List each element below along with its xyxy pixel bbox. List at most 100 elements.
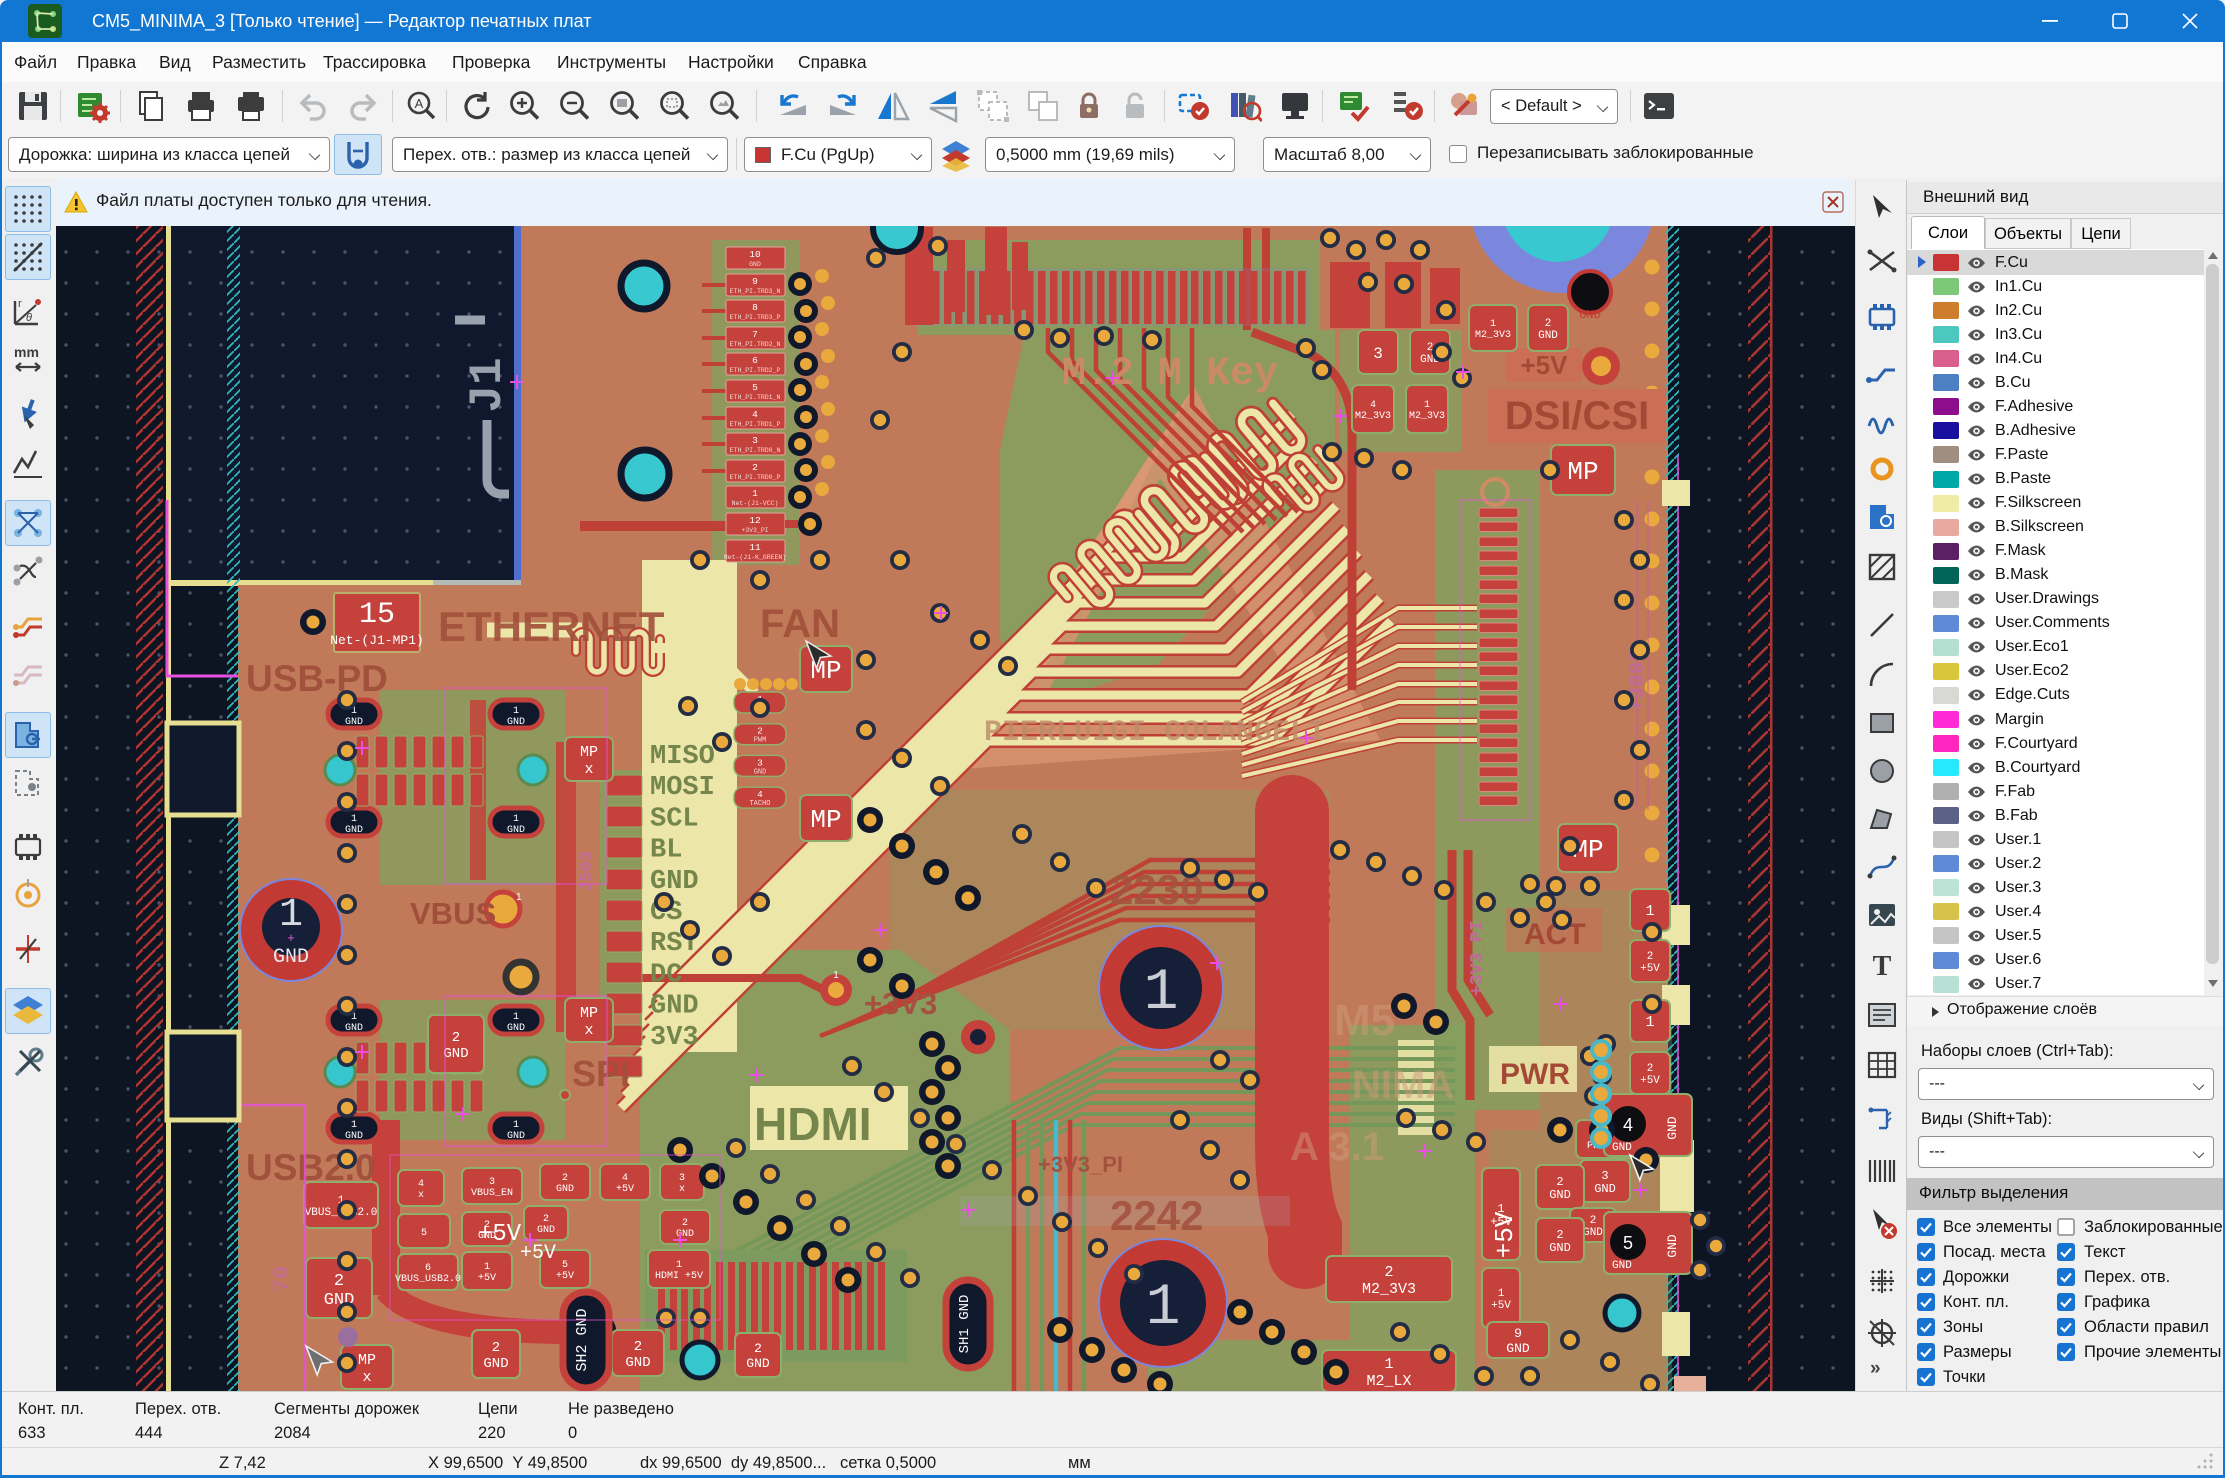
svg-text:x: x [679, 1184, 685, 1195]
svg-text:GND: GND [345, 717, 363, 728]
svg-text:GND: GND [273, 946, 309, 969]
svg-text:+5V: +5V [1640, 963, 1660, 975]
svg-text:GND: GND [749, 261, 761, 268]
svg-text:1: 1 [1424, 400, 1430, 411]
svg-text:DSI/CSI: DSI/CSI [1505, 394, 1649, 438]
svg-text:5: 5 [562, 1260, 568, 1271]
svg-text:Net-(J1-MP1): Net-(J1-MP1) [330, 633, 424, 648]
svg-text:7: 7 [752, 329, 758, 340]
svg-text:x: x [584, 1022, 593, 1039]
svg-text:VBUS_USB2.0: VBUS_USB2.0 [395, 1274, 461, 1285]
svg-text:+: + [287, 930, 295, 945]
svg-text:1: 1 [1146, 1276, 1181, 1341]
svg-text:5: 5 [752, 382, 758, 393]
svg-text:+5V: +5V [478, 1221, 522, 1248]
svg-text:3: 3 [757, 758, 762, 768]
svg-text:ETH_PI.TRD1_P: ETH_PI.TRD1_P [730, 421, 781, 428]
svg-text:1: 1 [351, 814, 357, 825]
svg-text:2: 2 [334, 1272, 344, 1291]
svg-text:GND: GND [1665, 1234, 1680, 1258]
svg-text:MP: MP [810, 805, 841, 835]
svg-text:θ: θ [26, 312, 32, 324]
svg-text:2: 2 [1556, 1175, 1563, 1189]
svg-text:GND: GND [1579, 308, 1601, 322]
svg-text:1: 1 [676, 1260, 682, 1271]
svg-text:M2_LX: M2_LX [1366, 1373, 1411, 1390]
svg-text:GND: GND [625, 1355, 650, 1371]
svg-text:PWM: PWM [754, 737, 767, 745]
svg-text:8: 8 [752, 302, 758, 313]
svg-text:MP: MP [1567, 457, 1598, 487]
svg-text:3: 3 [489, 1177, 495, 1188]
svg-text:mm: mm [14, 344, 39, 360]
svg-text:3: 3 [1601, 1169, 1608, 1183]
svg-text:1: 1 [513, 1012, 519, 1023]
svg-text:2242: 2242 [1110, 1192, 1203, 1239]
svg-text:4: 4 [1623, 1115, 1633, 1135]
svg-text:USB2.0: USB2.0 [246, 1147, 376, 1188]
svg-text:10: 10 [749, 249, 761, 260]
svg-text:4: 4 [757, 790, 762, 800]
svg-text:2: 2 [1384, 1264, 1393, 1281]
svg-text:MOSI: MOSI [650, 773, 715, 803]
svg-text:GND: GND [507, 825, 525, 836]
svg-text:+5V: +5V [1640, 1075, 1660, 1087]
svg-text:GND: GND [1612, 1142, 1632, 1154]
svg-text:A: A [415, 96, 424, 111]
svg-text:2: 2 [1590, 1215, 1597, 1227]
svg-text:GND: GND [345, 1023, 363, 1034]
svg-text:2: 2 [1556, 1228, 1563, 1242]
svg-text:5: 5 [421, 1228, 427, 1239]
svg-text:3: 3 [1373, 345, 1383, 363]
svg-text:J503: J503 [578, 851, 597, 892]
svg-text:ETHERNET: ETHERNET [438, 603, 665, 650]
svg-text:GND: GND [746, 1356, 770, 1371]
svg-text:NIMA: NIMA [1352, 1063, 1454, 1107]
svg-text:1: 1 [833, 970, 839, 981]
svg-text:M2_3V3: M2_3V3 [1475, 330, 1511, 341]
svg-text:ETH_PI.TRD1_N: ETH_PI.TRD1_N [730, 394, 781, 401]
svg-text:ETH_PI.TRD3_N: ETH_PI.TRD3_N [730, 288, 781, 295]
svg-text:GND: GND [507, 1131, 525, 1142]
svg-text:2: 2 [452, 1030, 460, 1046]
svg-text:GND: GND [1665, 1116, 1680, 1140]
svg-text:GND: GND [1549, 1241, 1571, 1255]
svg-text:x: x [418, 1190, 424, 1201]
svg-text:MP: MP [580, 1005, 598, 1022]
svg-text:PIERLUIGI COLANGELI: PIERLUIGI COLANGELI [984, 716, 1326, 750]
svg-text:DC: DC [650, 960, 682, 990]
svg-text:9: 9 [752, 276, 758, 287]
svg-text:3: 3 [679, 1173, 685, 1184]
svg-text:1: 1 [1490, 319, 1496, 330]
svg-text:1: 1 [351, 1120, 357, 1131]
svg-text:3V3: 3V3 [650, 1023, 699, 1053]
svg-text:1: 1 [1498, 1288, 1505, 1300]
svg-text:GND: GND [1549, 1188, 1571, 1202]
svg-text:2: 2 [754, 1341, 762, 1356]
svg-text:GND: GND [1583, 1227, 1603, 1239]
svg-text:+5V: +5V [478, 1273, 496, 1284]
svg-text:GND: GND [345, 1131, 363, 1142]
svg-text:+5V: +5V [616, 1184, 634, 1195]
svg-text:2: 2 [562, 1173, 568, 1184]
svg-text:USB-PD: USB-PD [246, 658, 388, 699]
svg-text:MISO: MISO [650, 742, 715, 772]
svg-text:GND: GND [650, 867, 699, 897]
svg-text:GND: GND [1538, 330, 1558, 342]
svg-text:SH1 GND: SH1 GND [957, 1295, 973, 1354]
svg-text:+5V: +5V [1521, 350, 1569, 380]
svg-text:12: 12 [749, 515, 761, 526]
svg-text:GND: GND [443, 1046, 468, 1062]
svg-text:+5V: +5V [1491, 1300, 1511, 1312]
svg-text:MP: MP [580, 744, 598, 761]
svg-text:2: 2 [634, 1339, 642, 1355]
svg-text:SCL: SCL [650, 804, 699, 834]
svg-text:ETH_PI.TRD2_N: ETH_PI.TRD2_N [730, 341, 781, 348]
svg-text:70: 70 [270, 1266, 295, 1292]
svg-text:+5V: +5V [520, 1242, 556, 1265]
svg-text:HDMI: HDMI [754, 1098, 872, 1150]
svg-text:T: T [1873, 951, 1892, 982]
svg-text:A 3.1: A 3.1 [1290, 1125, 1384, 1169]
svg-text:1: 1 [1645, 903, 1654, 920]
svg-text:ETH_PI.TRD0_P: ETH_PI.TRD0_P [730, 474, 781, 481]
